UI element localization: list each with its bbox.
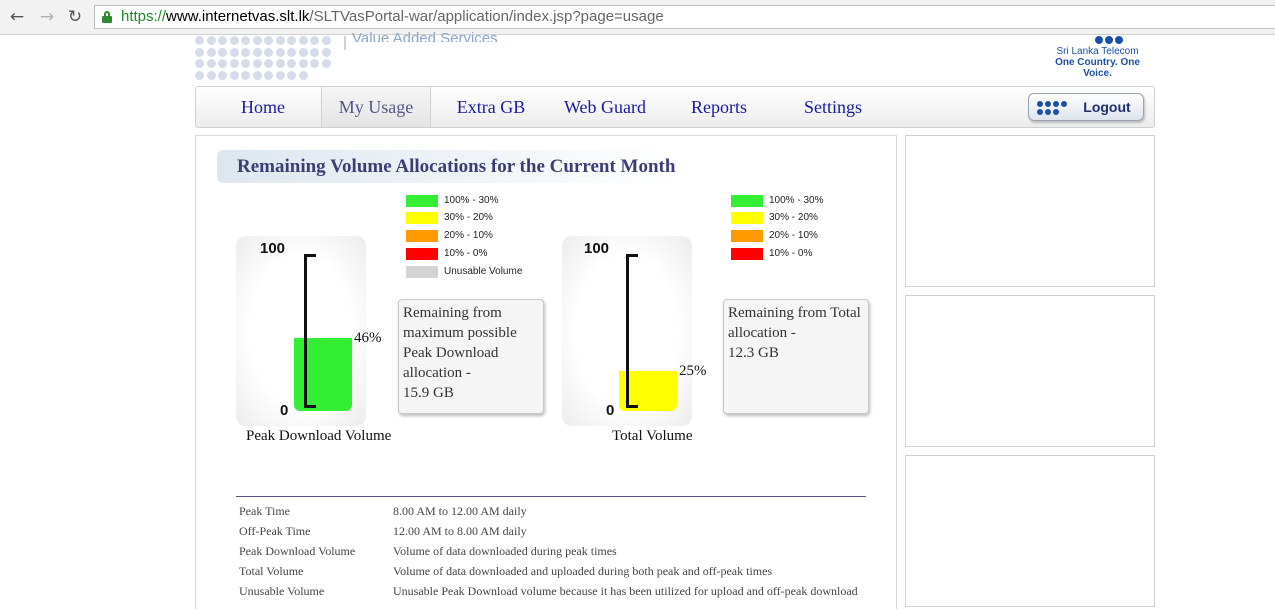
nav-web-guard[interactable]: Web Guard: [550, 87, 660, 127]
gauge-axis-top: 100: [584, 240, 610, 257]
browser-toolbar: ← → ↻ https://www.internetvas.slt.lk/SLT…: [0, 0, 1275, 35]
legend-label: Unusable Volume: [444, 266, 523, 277]
header-divider: [344, 36, 346, 50]
logout-label: Logout: [1083, 99, 1131, 115]
callout-line: 12.3 GB: [728, 345, 779, 361]
definition-row: Peak Time 8.00 AM to 12.00 AM daily: [239, 501, 879, 521]
legend-label: 30% - 20%: [444, 212, 493, 223]
legend-swatch: [406, 248, 438, 260]
legend-swatch: [406, 195, 438, 207]
back-arrow-icon[interactable]: ←: [6, 6, 28, 28]
gauge-fill: [294, 338, 352, 411]
gauge-percent: 25%: [679, 363, 707, 379]
definition-term: Unusable Volume: [239, 584, 325, 598]
brand-name: Sri Lanka Telecom: [1056, 46, 1139, 57]
nav-home[interactable]: Home: [208, 87, 318, 127]
service-title: Value Added Services: [352, 30, 498, 42]
total-volume-gauge: 100 0 25%: [562, 236, 707, 426]
section-title: Remaining Volume Allocations for the Cur…: [217, 150, 877, 183]
legend-label: 20% - 10%: [769, 230, 818, 241]
gauge-axis-bottom: 0: [280, 402, 289, 419]
peak-download-callout: Remaining from maximum possible Peak Dow…: [398, 299, 544, 414]
legend-label: 10% - 0%: [769, 248, 813, 259]
callout-line: Remaining from Total: [728, 305, 861, 321]
gauge-axis-bottom: 0: [606, 402, 615, 419]
nav-my-usage[interactable]: My Usage: [321, 87, 431, 127]
legend-label: 100% - 30%: [769, 195, 824, 206]
slt-logo: Sri Lanka Telecom One Country. One Voice…: [1040, 36, 1155, 79]
definition-desc: 12.00 AM to 8.00 AM daily: [393, 524, 527, 538]
url-scheme: https://: [121, 8, 167, 25]
definition-desc: 8.00 AM to 12.00 AM daily: [393, 504, 527, 518]
definition-term: Total Volume: [239, 564, 304, 578]
portal-logo-dots: [195, 36, 335, 84]
peak-download-gauge: 100 0 46%: [236, 236, 382, 426]
callout-line: maximum possible: [403, 325, 517, 341]
gauge-axis-top: 100: [260, 240, 286, 257]
logout-button[interactable]: Logout: [1028, 93, 1144, 121]
sidebar-box: [905, 295, 1155, 447]
nav-settings[interactable]: Settings: [778, 87, 888, 127]
callout-line: Remaining from: [403, 305, 502, 321]
definition-term: Peak Download Volume: [239, 544, 356, 558]
gauge-scale: [626, 254, 638, 408]
callout-line: 15.9 GB: [403, 385, 454, 401]
divider: [236, 496, 866, 497]
legend-swatch: [406, 230, 438, 242]
definition-row: Peak Download Volume Volume of data downl…: [239, 541, 879, 561]
legend-swatch: [731, 212, 763, 224]
gauge-percent: 46%: [354, 330, 382, 346]
sidebar-box: [905, 455, 1155, 607]
brand-tagline: One Country. One Voice.: [1055, 57, 1140, 79]
main-nav: Home My Usage Extra GB Web Guard Reports…: [195, 86, 1155, 128]
total-volume-callout: Remaining from Total allocation - 12.3 G…: [723, 299, 869, 414]
legend-label: 30% - 20%: [769, 212, 818, 223]
gauge-scale: [304, 254, 316, 408]
sidebar-box: [905, 135, 1155, 287]
legend-swatch: [731, 195, 763, 207]
legend-swatch: [731, 230, 763, 242]
definition-desc: Unusable Peak Download volume because it…: [393, 584, 858, 598]
callout-line: allocation -: [728, 325, 796, 341]
callout-line: Peak Download: [403, 345, 499, 361]
definition-row: Total Volume Volume of data downloaded an…: [239, 561, 879, 581]
slt-logo-mark: [1075, 36, 1125, 46]
definition-row: Off-Peak Time 12.00 AM to 8.00 AM daily: [239, 521, 879, 541]
legend-label: 100% - 30%: [444, 195, 499, 206]
definition-row: Unusable Volume Unusable Peak Download vo…: [239, 581, 879, 601]
address-bar[interactable]: https://www.internetvas.slt.lk/SLTVasPor…: [94, 5, 1275, 29]
definition-desc: Volume of data downloaded and uploaded d…: [393, 564, 773, 578]
usage-panel: Remaining Volume Allocations for the Cur…: [195, 135, 897, 609]
gauge-caption: Peak Download Volume: [246, 428, 392, 444]
nav-reports[interactable]: Reports: [664, 87, 774, 127]
definition-term: Peak Time: [239, 504, 291, 518]
gauge-caption: Total Volume: [612, 428, 693, 444]
definition-term: Off-Peak Time: [239, 524, 311, 538]
callout-line: allocation -: [403, 365, 471, 381]
lock-icon: [102, 11, 112, 23]
nav-extra-gb[interactable]: Extra GB: [436, 87, 546, 127]
legend-swatch: [731, 248, 763, 260]
definition-desc: Volume of data downloaded during peak ti…: [393, 544, 617, 558]
url-host: www.internetvas.slt.lk: [166, 8, 310, 25]
legend-label: 10% - 0%: [444, 248, 488, 259]
forward-arrow-icon[interactable]: →: [36, 6, 58, 28]
reload-icon[interactable]: ↻: [64, 6, 86, 28]
legend-label: 20% - 10%: [444, 230, 493, 241]
logout-dots-icon: [1037, 101, 1069, 115]
legend-swatch: [406, 266, 438, 278]
legend-swatch: [406, 212, 438, 224]
